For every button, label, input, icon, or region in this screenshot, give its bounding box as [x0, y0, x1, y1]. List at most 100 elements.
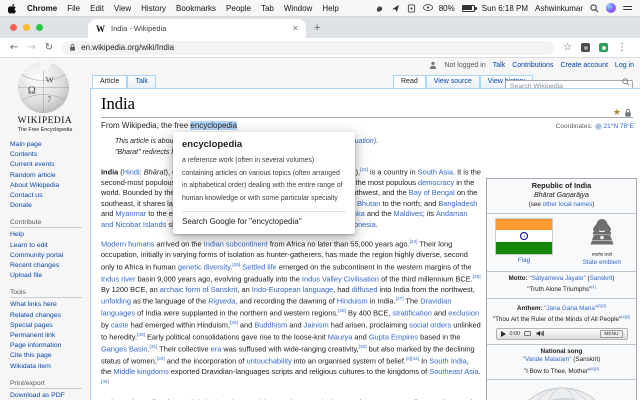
reload-button[interactable]: ↻ — [45, 43, 53, 53]
state-emblem[interactable]: सत्यमेव जयते State emblem — [576, 218, 628, 268]
link[interactable]: [33] — [157, 357, 165, 362]
sidebar-item-contact-us[interactable]: Contact us — [10, 191, 88, 201]
menubar-extra-icon-1[interactable] — [375, 4, 384, 13]
tab-talk[interactable]: Talk — [127, 75, 155, 88]
sidebar-item-download-as-pdf[interactable]: Download as PDF — [10, 391, 88, 400]
link[interactable]: Southeast Asia — [429, 367, 478, 376]
link[interactable]: Bay of Bengal — [409, 188, 455, 197]
link[interactable]: "Jana Gana Mana" — [544, 305, 597, 312]
link[interactable]: Indo-European language — [252, 285, 333, 294]
menubar-extra-icon-3[interactable] — [407, 4, 416, 13]
menubar-extra-icon-2[interactable] — [391, 4, 400, 13]
siri-icon[interactable] — [606, 3, 616, 13]
link[interactable]: Ganges Basin — [101, 345, 147, 354]
sidebar-item-cite-this-page[interactable]: Cite this page — [10, 351, 88, 361]
link[interactable]: Hinduism — [337, 297, 368, 306]
spotlight-icon[interactable] — [590, 4, 599, 13]
link[interactable]: Hindi — [123, 167, 140, 176]
tab-read[interactable]: Read — [393, 75, 426, 88]
link[interactable]: [30] — [137, 333, 145, 338]
sidebar-item-help[interactable]: Help — [10, 230, 88, 240]
back-button[interactable]: ← — [10, 43, 18, 53]
sidebar-item-wikidata-item[interactable]: Wikidata item — [10, 362, 88, 372]
link[interactable]: [29] — [230, 321, 238, 326]
captions-icon[interactable] — [524, 331, 531, 336]
close-window-button[interactable] — [10, 24, 17, 31]
bookmark-star-icon[interactable]: ☆ — [563, 43, 572, 53]
link[interactable]: [23] — [360, 168, 368, 173]
flag-caption[interactable]: Flag — [495, 257, 553, 266]
personal-contributions[interactable]: Contributions — [512, 62, 553, 69]
link[interactable]: democracy — [418, 178, 454, 187]
sidebar-item-special-pages[interactable]: Special pages — [10, 321, 88, 331]
link[interactable]: [1] — [591, 284, 595, 289]
link[interactable]: Sanskrit — [211, 285, 238, 294]
menu-help[interactable]: Help — [322, 4, 338, 13]
wikipedia-globe-logo[interactable]: Ω W 7 — [16, 60, 71, 115]
sidebar-item-main-page[interactable]: Main page — [10, 140, 88, 150]
sidebar-item-current-events[interactable]: Current events — [10, 160, 88, 170]
menu-people[interactable]: People — [226, 4, 251, 13]
extension-icon-dark[interactable] — [581, 43, 590, 52]
link[interactable]: genetic diversity — [178, 262, 230, 271]
personal-talk[interactable]: Talk — [493, 62, 505, 69]
popup-search-google-link[interactable]: Search Google for "encyclopedia" — [182, 217, 346, 226]
audio-player[interactable]: 0:00 MENU — [496, 328, 628, 340]
menubar-user[interactable]: Ashwinkumar — [535, 4, 583, 13]
menu-tab[interactable]: Tab — [261, 4, 274, 13]
browser-tab[interactable]: W India - Wikipedia × — [88, 19, 306, 38]
link[interactable]: Indus river — [101, 274, 136, 283]
link[interactable]: stratification — [392, 309, 431, 318]
link[interactable]: caste — [111, 321, 129, 330]
sidebar-item-related-changes[interactable]: Related changes — [10, 311, 88, 321]
personal-log-in[interactable]: Log in — [615, 62, 634, 69]
menu-view[interactable]: View — [114, 4, 131, 13]
emblem-caption[interactable]: State emblem — [576, 259, 628, 268]
menu-history[interactable]: History — [141, 4, 166, 13]
link[interactable]: [28] — [338, 309, 346, 314]
link[interactable]: Settled life — [242, 262, 277, 271]
sidebar-item-contents[interactable]: Contents — [10, 150, 88, 160]
menu-chrome[interactable]: Chrome — [27, 4, 57, 13]
link[interactable]: archaic form of — [160, 285, 209, 294]
tab-view-source[interactable]: View source — [426, 75, 480, 88]
close-tab-icon[interactable]: × — [293, 24, 298, 33]
notification-center-icon[interactable] — [623, 6, 632, 11]
play-button-icon[interactable] — [501, 331, 506, 337]
menu-file[interactable]: File — [67, 4, 80, 13]
link[interactable]: Gupta Empires — [369, 333, 418, 342]
link[interactable]: untouchability — [247, 357, 292, 366]
link[interactable]: diffused — [352, 285, 378, 294]
sidebar-item-what-links-here[interactable]: What links here — [10, 300, 88, 310]
featured-article-star-icon[interactable]: ★ — [613, 109, 621, 118]
coordinates-value[interactable]: 21°N 78°E — [604, 123, 635, 130]
apple-menu-icon[interactable] — [8, 3, 17, 14]
link[interactable]: Maldives — [394, 209, 423, 218]
link[interactable]: South Asia — [418, 167, 453, 176]
link[interactable]: [6][2] — [590, 366, 599, 371]
link[interactable]: South India — [429, 357, 466, 366]
link[interactable]: exclusion — [448, 309, 479, 318]
page-protection-lock-icon[interactable] — [624, 108, 632, 118]
menu-edit[interactable]: Edit — [90, 4, 104, 13]
menubar-clock[interactable]: Sun 6:18 PM — [482, 4, 528, 13]
link[interactable]: Rigveda — [208, 297, 235, 306]
link[interactable]: Bhutan — [357, 199, 380, 208]
link[interactable]: "Vande Mataram" — [523, 356, 572, 363]
sidebar-item-page-information[interactable]: Page information — [10, 341, 88, 351]
link[interactable]: Middle kingdoms — [113, 367, 168, 376]
sidebar-item-recent-changes[interactable]: Recent changes — [10, 261, 88, 271]
personal-create-account[interactable]: Create account — [560, 62, 607, 69]
link[interactable]: [35] — [101, 380, 109, 385]
menubar-extra-icon-4[interactable] — [423, 4, 432, 13]
address-bar[interactable]: en.wikipedia.org/wiki/India — [62, 41, 554, 55]
tab-article[interactable]: Article — [92, 75, 127, 88]
link[interactable]: Modern humans — [101, 240, 154, 249]
chrome-menu-icon[interactable]: ⋮ — [617, 43, 627, 53]
link[interactable]: [2][3] — [597, 303, 606, 308]
link[interactable]: [26] — [473, 275, 481, 280]
search-icon[interactable] — [622, 78, 630, 86]
speaker-icon[interactable] — [535, 330, 545, 337]
link[interactable]: Maurya — [328, 333, 353, 342]
extension-icon-green[interactable] — [599, 43, 608, 52]
